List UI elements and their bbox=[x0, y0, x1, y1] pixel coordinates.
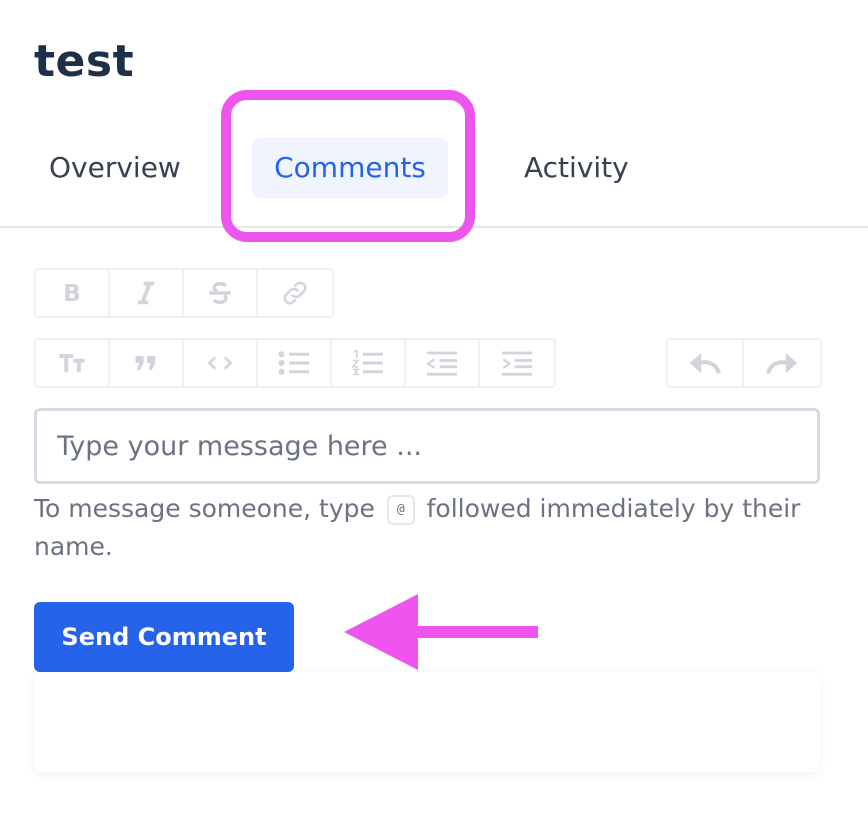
heading-icon bbox=[59, 354, 85, 373]
tab-overview[interactable]: Overview bbox=[25, 138, 205, 198]
helper-text-before: To message someone, type bbox=[34, 494, 375, 523]
svg-text:B: B bbox=[63, 279, 81, 307]
outdent-button[interactable] bbox=[406, 340, 480, 386]
indent-icon bbox=[502, 351, 532, 376]
comments-list-card bbox=[34, 672, 820, 772]
quote-icon bbox=[135, 356, 156, 370]
undo-button[interactable] bbox=[668, 340, 744, 386]
bold-button[interactable]: B bbox=[36, 270, 110, 316]
bold-icon: B bbox=[63, 279, 81, 307]
block-toolbar-group bbox=[34, 338, 556, 388]
at-key-badge: @ bbox=[386, 495, 415, 525]
numbered-list-button[interactable] bbox=[332, 340, 406, 386]
numbered-list-icon bbox=[351, 349, 383, 376]
code-icon bbox=[207, 356, 233, 370]
italic-button[interactable] bbox=[110, 270, 184, 316]
annotation-arrow-icon bbox=[344, 594, 538, 670]
history-toolbar-group bbox=[666, 338, 822, 388]
message-input[interactable] bbox=[34, 408, 820, 484]
bullet-list-icon bbox=[278, 351, 309, 375]
bullet-list-button[interactable] bbox=[258, 340, 332, 386]
code-button[interactable] bbox=[184, 340, 258, 386]
quote-button[interactable] bbox=[110, 340, 184, 386]
redo-button[interactable] bbox=[744, 340, 820, 386]
page-title: test bbox=[34, 36, 135, 87]
redo-icon bbox=[766, 352, 798, 374]
strikethrough-icon bbox=[209, 281, 231, 305]
send-comment-button[interactable]: Send Comment bbox=[34, 602, 294, 672]
undo-icon bbox=[689, 352, 721, 374]
indent-button[interactable] bbox=[480, 340, 554, 386]
link-icon bbox=[283, 281, 307, 305]
strikethrough-button[interactable] bbox=[184, 270, 258, 316]
format-toolbar-group: B bbox=[34, 268, 334, 318]
annotation-highlight-box bbox=[221, 90, 475, 242]
mention-helper-text: To message someone, type @ followed imme… bbox=[34, 490, 824, 566]
heading-button[interactable] bbox=[36, 340, 110, 386]
outdent-icon bbox=[426, 351, 457, 376]
italic-icon bbox=[137, 281, 155, 305]
link-button[interactable] bbox=[258, 270, 332, 316]
tab-activity[interactable]: Activity bbox=[500, 138, 653, 198]
